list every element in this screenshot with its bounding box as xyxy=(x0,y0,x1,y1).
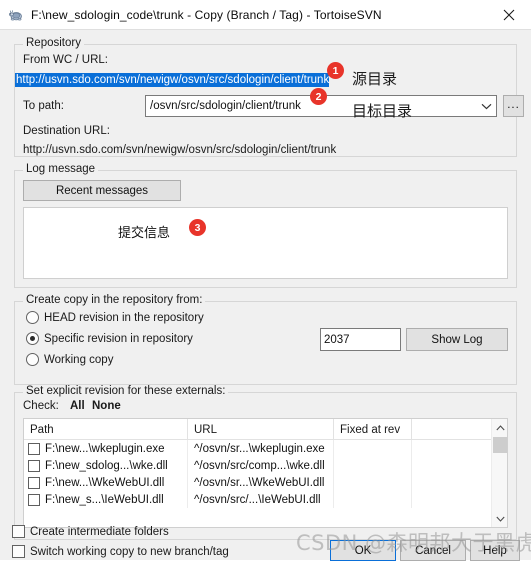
row-checkbox[interactable] xyxy=(28,459,40,472)
cell-fixed-at-rev xyxy=(334,457,412,474)
check-none-link[interactable]: None xyxy=(92,400,121,412)
cell-extra xyxy=(412,474,492,491)
from-wc-url-value: http://usvn.sdo.com/svn/newigw/osvn/src/… xyxy=(15,73,330,87)
cell-path[interactable]: F:\new_s...\IeWebUI.dll xyxy=(24,491,188,508)
cell-extra xyxy=(412,457,492,474)
annotation-badge-1: 1 xyxy=(327,62,344,79)
radio-working-copy-label: Working copy xyxy=(44,353,114,366)
create-intermediate-folders-box xyxy=(12,525,25,538)
table-row[interactable]: F:\new...\WkeWebUI.dll ^/osvn/sr...\WkeW… xyxy=(24,474,507,491)
column-header-extra[interactable] xyxy=(412,419,492,440)
radio-head-revision-label: HEAD revision in the repository xyxy=(44,311,204,324)
radio-head-revision[interactable]: HEAD revision in the repository xyxy=(26,311,204,324)
radio-specific-revision[interactable]: Specific revision in repository xyxy=(26,332,193,345)
create-intermediate-folders-checkbox[interactable]: Create intermediate folders xyxy=(12,525,169,538)
scroll-up-icon[interactable] xyxy=(492,419,507,436)
help-button[interactable]: Help xyxy=(470,540,520,561)
cell-path[interactable]: F:\new...\wkeplugin.exe xyxy=(24,440,188,457)
show-log-button[interactable]: Show Log xyxy=(406,328,508,351)
row-checkbox[interactable] xyxy=(28,493,40,506)
cell-url: ^/osvn/src/...\IeWebUI.dll xyxy=(188,491,334,508)
destination-url-value: http://usvn.sdo.com/svn/newigw/osvn/src/… xyxy=(23,144,337,156)
log-message-textarea[interactable]: 提交信息 xyxy=(23,207,508,279)
cell-path-text: F:\new...\WkeWebUI.dll xyxy=(45,476,165,489)
check-all-link[interactable]: All xyxy=(70,400,85,412)
column-header-url[interactable]: URL xyxy=(188,419,334,440)
externals-rows: F:\new...\wkeplugin.exe ^/osvn/sr...\wke… xyxy=(24,440,507,527)
switch-working-copy-checkbox[interactable]: Switch working copy to new branch/tag xyxy=(12,545,229,558)
title-bar: F:\new_sdologin_code\trunk - Copy (Branc… xyxy=(0,0,531,29)
scrollbar-thumb[interactable] xyxy=(493,437,507,453)
chevron-down-icon[interactable] xyxy=(476,96,496,116)
scroll-down-icon[interactable] xyxy=(492,510,507,527)
check-label: Check: xyxy=(23,400,59,412)
cell-fixed-at-rev xyxy=(334,440,412,457)
cell-extra xyxy=(412,440,492,457)
radio-specific-revision-label: Specific revision in repository xyxy=(44,332,193,345)
from-wc-url-label: From WC / URL: xyxy=(23,54,108,66)
annotation-badge-2: 2 xyxy=(310,88,327,105)
create-intermediate-folders-label: Create intermediate folders xyxy=(30,525,169,538)
radio-specific-revision-indicator xyxy=(26,332,39,345)
cell-path-text: F:\new_sdolog...\wke.dll xyxy=(45,459,168,472)
close-icon[interactable] xyxy=(487,0,531,29)
cell-fixed-at-rev xyxy=(334,474,412,491)
create-copy-group: Create copy in the repository from: HEAD… xyxy=(14,294,517,385)
cancel-button[interactable]: Cancel xyxy=(400,540,466,561)
cell-fixed-at-rev xyxy=(334,491,412,508)
table-row[interactable]: F:\new_s...\IeWebUI.dll ^/osvn/src/...\I… xyxy=(24,491,507,508)
radio-head-revision-indicator xyxy=(26,311,39,324)
repository-group: Repository From WC / URL: http://usvn.sd… xyxy=(14,37,524,157)
cell-url: ^/osvn/sr...\WkeWebUI.dll xyxy=(188,474,334,491)
row-checkbox[interactable] xyxy=(28,476,40,489)
switch-working-copy-box xyxy=(12,545,25,558)
cell-path[interactable]: F:\new_sdolog...\wke.dll xyxy=(24,457,188,474)
cell-path-text: F:\new...\wkeplugin.exe xyxy=(45,442,165,455)
row-checkbox[interactable] xyxy=(28,442,40,455)
window-title: F:\new_sdologin_code\trunk - Copy (Branc… xyxy=(31,7,382,22)
externals-group: Set explicit revision for these external… xyxy=(14,385,517,540)
destination-url-label: Destination URL: xyxy=(23,125,110,137)
externals-header-row: Path URL Fixed at rev xyxy=(24,419,507,440)
from-wc-url-field[interactable]: http://usvn.sdo.com/svn/newigw/osvn/src/… xyxy=(15,73,355,88)
browse-button[interactable]: ... xyxy=(503,95,524,117)
ok-button[interactable]: OK xyxy=(330,540,396,561)
table-row[interactable]: F:\new_sdolog...\wke.dll ^/osvn/src/comp… xyxy=(24,457,507,474)
annotation-target-dir: 目标目录 xyxy=(352,102,413,120)
radio-working-copy-indicator xyxy=(26,353,39,366)
annotation-badge-3: 3 xyxy=(189,219,206,236)
column-header-path[interactable]: Path xyxy=(24,419,188,440)
annotation-source-dir: 源目录 xyxy=(352,70,398,88)
cell-url: ^/osvn/src/comp...\wke.dll xyxy=(188,457,334,474)
cell-path[interactable]: F:\new...\WkeWebUI.dll xyxy=(24,474,188,491)
tortoisesvn-turtle-icon xyxy=(8,7,24,23)
log-message-group: Log message Recent messages 提交信息 xyxy=(14,163,517,288)
column-header-fixed-at-rev[interactable]: Fixed at rev xyxy=(334,419,412,440)
externals-listview[interactable]: Path URL Fixed at rev F:\new...\wkeplugi… xyxy=(23,418,508,528)
cell-path-text: F:\new_s...\IeWebUI.dll xyxy=(45,493,164,506)
copy-branch-tag-dialog: Repository From WC / URL: http://usvn.sd… xyxy=(0,29,531,561)
table-row[interactable]: F:\new...\wkeplugin.exe ^/osvn/sr...\wke… xyxy=(24,440,507,457)
revision-input[interactable]: 2037 xyxy=(320,328,401,351)
to-path-label: To path: xyxy=(23,100,64,112)
log-message-text: 提交信息 xyxy=(118,225,171,240)
externals-scrollbar[interactable] xyxy=(491,419,507,527)
switch-working-copy-label: Switch working copy to new branch/tag xyxy=(30,545,229,558)
recent-messages-button[interactable]: Recent messages xyxy=(23,180,181,201)
cell-extra xyxy=(412,491,492,508)
radio-working-copy[interactable]: Working copy xyxy=(26,353,113,366)
cell-url: ^/osvn/sr...\wkeplugin.exe xyxy=(188,440,334,457)
